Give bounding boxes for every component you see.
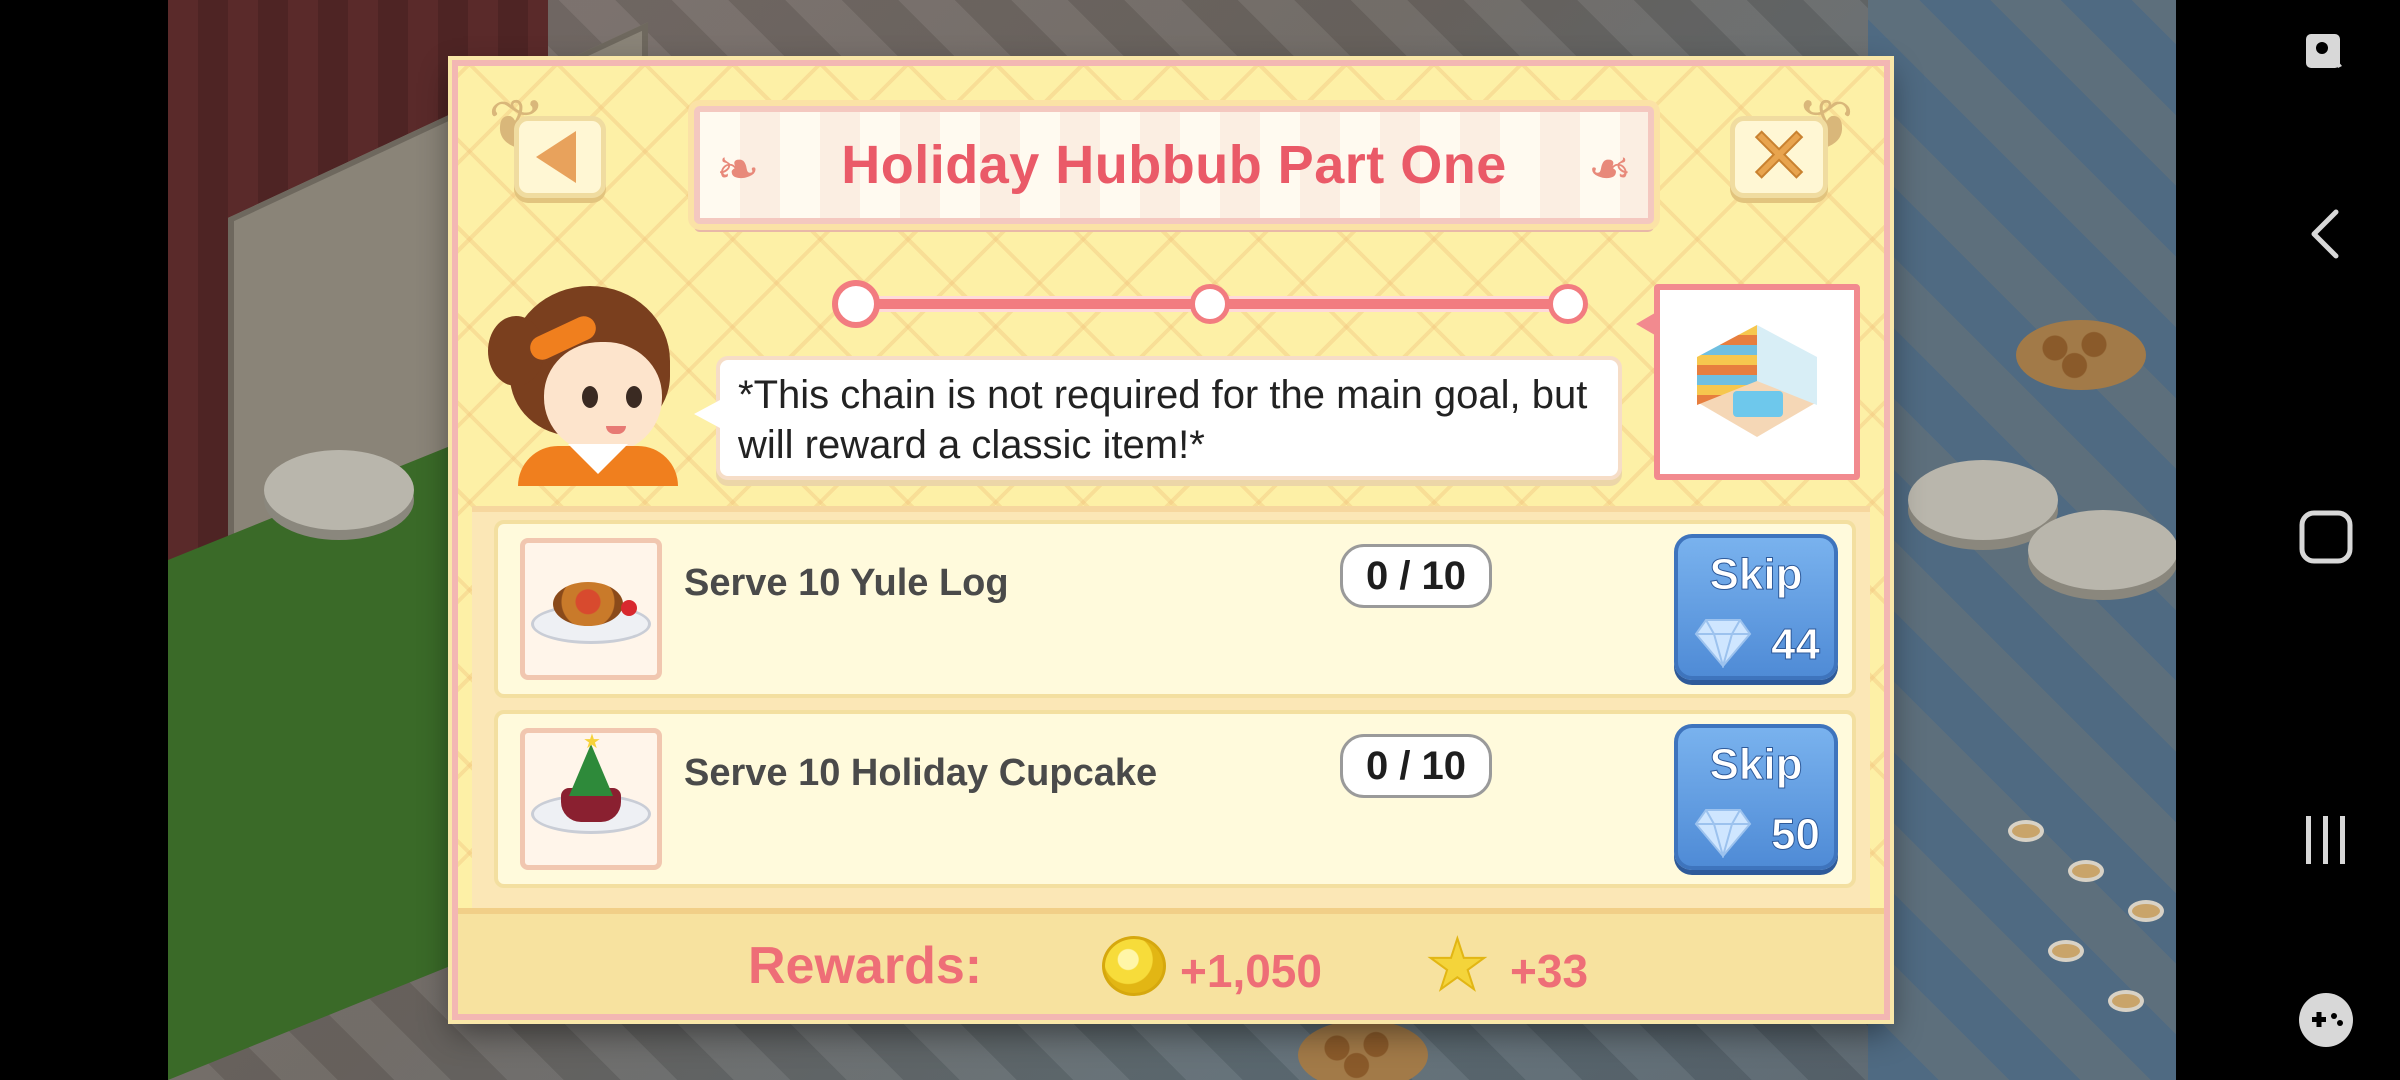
gem-icon <box>1694 809 1752 858</box>
skip-label: Skip <box>1709 550 1803 600</box>
game-tools-icon[interactable] <box>2296 990 2356 1050</box>
task-label: Serve 10 Holiday Cupcake <box>684 752 1158 794</box>
task-progress-counter: 0 / 10 <box>1340 734 1492 798</box>
leaf-ornament-icon: ❧ <box>716 140 760 200</box>
dialog-message: *This chain is not required for the main… <box>738 373 1588 467</box>
scene-table <box>264 450 414 530</box>
dialog-title: Holiday Hubbub Part One <box>841 135 1507 195</box>
home-icon[interactable] <box>2296 507 2356 567</box>
yule-log-icon <box>520 538 662 680</box>
chain-progress-track <box>832 280 1588 328</box>
progress-step-node <box>1190 284 1230 324</box>
progress-step-node-current <box>832 280 880 328</box>
close-button[interactable]: ✕ <box>1730 116 1828 198</box>
task-row: Serve 10 Yule Log 0 / 10 Skip 44 <box>494 520 1856 698</box>
scene-cup <box>2128 900 2164 922</box>
scene-cookie-plate <box>2016 320 2146 390</box>
scene-cup <box>2008 820 2044 842</box>
previous-button[interactable] <box>514 116 606 198</box>
skip-button[interactable]: Skip 44 <box>1674 534 1838 680</box>
scene-cup <box>2048 940 2084 962</box>
close-icon: ✕ <box>1745 112 1812 202</box>
scene-table <box>1908 460 2058 540</box>
star-icon: ★ <box>1425 926 1490 1004</box>
task-row: ★ Serve 10 Holiday Cupcake 0 / 10 Skip 5… <box>494 710 1856 888</box>
reward-item-preview[interactable] <box>1636 284 1860 480</box>
skip-label: Skip <box>1709 740 1803 790</box>
recents-icon[interactable] <box>2296 810 2356 870</box>
speech-bubble: *This chain is not required for the main… <box>694 356 1622 480</box>
task-label: Serve 10 Yule Log <box>684 562 1009 604</box>
cafe-room-icon <box>1687 317 1827 447</box>
leaf-ornament-icon: ❧ <box>1588 140 1632 200</box>
character-portrait <box>488 286 688 486</box>
back-icon[interactable] <box>2296 204 2356 264</box>
task-progress-counter: 0 / 10 <box>1340 544 1492 608</box>
star-reward-value: +33 <box>1510 945 1589 997</box>
scene-table <box>2028 510 2176 590</box>
quest-chain-dialog: ❦ ❦ ❦ ❦ ❧ Holiday Hubbub Part One ❧ ✕ *T… <box>452 60 1890 1020</box>
screen-lock-icon[interactable] <box>2296 24 2356 84</box>
coin-icon <box>1102 936 1166 996</box>
skip-button[interactable]: Skip 50 <box>1674 724 1838 870</box>
skip-gem-cost: 44 <box>1771 620 1821 670</box>
skip-gem-cost: 50 <box>1771 810 1821 860</box>
holiday-cupcake-icon: ★ <box>520 728 662 870</box>
system-nav-bar <box>2176 0 2400 1080</box>
scene-cup <box>2068 860 2104 882</box>
coin-reward-value: +1,050 <box>1180 945 1322 997</box>
progress-step-node <box>1548 284 1588 324</box>
rewards-bar: Rewards: +1,050 ★ +33 <box>458 908 1884 1014</box>
triangle-left-icon <box>536 131 576 183</box>
scene-cookie-plate <box>1298 1020 1428 1080</box>
title-banner: ❧ Holiday Hubbub Part One ❧ <box>694 106 1654 224</box>
scene-cup <box>2108 990 2144 1012</box>
gem-icon <box>1694 619 1752 668</box>
rewards-label: Rewards: <box>748 937 983 995</box>
